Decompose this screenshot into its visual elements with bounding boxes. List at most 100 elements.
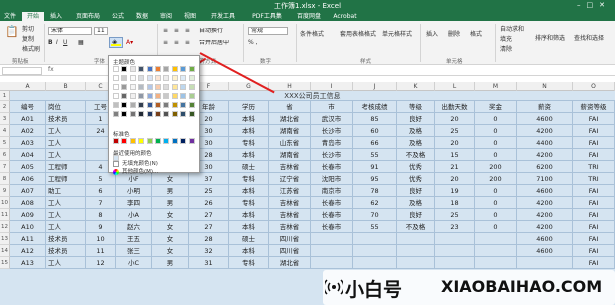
table-cell[interactable]: A03 xyxy=(10,137,46,149)
tab-baidu-disk[interactable]: 百度网盘 xyxy=(293,12,325,21)
tab-view[interactable]: 视图 xyxy=(181,12,199,21)
table-cell[interactable]: 助工 xyxy=(46,185,86,197)
name-box[interactable] xyxy=(2,67,42,75)
table-cell[interactable]: TRI xyxy=(573,161,615,173)
close-icon[interactable]: ✕ xyxy=(599,1,611,9)
table-cell[interactable] xyxy=(517,257,573,269)
table-cell[interactable]: 0 xyxy=(475,185,517,197)
row-header[interactable]: 9 xyxy=(0,185,10,197)
table-cell[interactable]: 男 xyxy=(152,185,189,197)
table-cell[interactable]: 7 xyxy=(86,197,116,209)
theme-shade-swatch[interactable] xyxy=(188,102,195,108)
theme-shade-swatch[interactable] xyxy=(138,84,145,90)
table-cell[interactable] xyxy=(353,257,397,269)
tab-home[interactable]: 开始 xyxy=(22,12,44,21)
tab-insert[interactable]: 插入 xyxy=(47,12,65,21)
table-cell[interactable]: 女 xyxy=(152,209,189,221)
theme-shade-swatch[interactable] xyxy=(163,75,170,81)
table-cell[interactable]: 4200 xyxy=(517,125,573,137)
table-cell[interactable]: 23 xyxy=(435,221,475,233)
table-cell[interactable]: 小A xyxy=(116,209,152,221)
standard-color-swatch[interactable] xyxy=(146,138,153,144)
theme-shade-swatch[interactable] xyxy=(163,102,170,108)
theme-color-swatch[interactable] xyxy=(138,66,145,72)
theme-shade-swatch[interactable] xyxy=(171,84,178,90)
table-cell[interactable]: 78 xyxy=(353,185,397,197)
standard-color-swatch[interactable] xyxy=(155,138,161,144)
theme-shade-swatch[interactable] xyxy=(188,75,195,81)
table-cell[interactable]: 20 xyxy=(435,137,475,149)
table-cell[interactable]: 吉林省 xyxy=(269,161,311,173)
theme-shade-swatch[interactable] xyxy=(121,111,128,117)
theme-shade-swatch[interactable] xyxy=(171,75,178,81)
tab-file[interactable]: 文件 xyxy=(2,12,18,21)
tab-developer[interactable]: 开发工具 xyxy=(207,12,239,21)
table-cell[interactable]: 良好 xyxy=(397,113,435,125)
table-cell[interactable]: 硕士 xyxy=(229,233,269,245)
theme-color-swatch[interactable] xyxy=(113,66,119,72)
table-cell[interactable] xyxy=(435,257,475,269)
theme-shade-swatch[interactable] xyxy=(163,111,170,117)
table-cell[interactable]: 11 xyxy=(86,245,116,257)
table-cell[interactable]: A08 xyxy=(10,197,46,209)
column-header[interactable]: L xyxy=(435,82,475,91)
table-cell[interactable]: 27 xyxy=(189,209,229,221)
table-cell[interactable]: A10 xyxy=(10,221,46,233)
table-cell[interactable]: 奖金 xyxy=(475,101,517,113)
find-select-button[interactable]: 查找和选择 xyxy=(574,33,604,42)
theme-shade-swatch[interactable] xyxy=(155,84,161,90)
table-cell[interactable]: 55 xyxy=(353,221,397,233)
column-header[interactable]: I xyxy=(311,82,353,91)
table-cell[interactable]: 出勤天数 xyxy=(435,101,475,113)
table-cell[interactable]: 8 xyxy=(86,209,116,221)
row-header[interactable]: 6 xyxy=(0,149,10,161)
row-header[interactable]: 15 xyxy=(0,257,10,269)
theme-shade-swatch[interactable] xyxy=(113,111,119,117)
table-cell[interactable]: 等级 xyxy=(397,101,435,113)
font-name-box[interactable]: 宋体 xyxy=(48,27,92,35)
align-icons[interactable]: ≡ ≡ ≡ xyxy=(163,27,192,34)
table-cell[interactable]: 辽宁省 xyxy=(269,173,311,185)
column-header[interactable]: B xyxy=(46,82,86,91)
column-header[interactable]: A xyxy=(10,82,46,91)
table-cell[interactable]: A07 xyxy=(10,185,46,197)
row-header[interactable]: 12 xyxy=(0,221,10,233)
table-cell[interactable]: 4200 xyxy=(517,149,573,161)
table-cell[interactable]: 0 xyxy=(475,113,517,125)
table-cell[interactable]: 山东省 xyxy=(269,137,311,149)
theme-shade-swatch[interactable] xyxy=(113,84,119,90)
table-cell[interactable]: FAI xyxy=(573,197,615,209)
table-cell[interactable]: 长沙市 xyxy=(311,125,353,137)
fill-color-button[interactable]: ◈ xyxy=(109,37,123,48)
table-cell[interactable] xyxy=(435,245,475,257)
table-cell[interactable]: 四川省 xyxy=(269,233,311,245)
maximize-icon[interactable]: □ xyxy=(587,1,600,9)
theme-color-swatch[interactable] xyxy=(121,66,128,72)
table-cell[interactable]: 本科 xyxy=(229,113,269,125)
table-cell[interactable]: 专科 xyxy=(229,173,269,185)
table-cell[interactable]: 长春市 xyxy=(311,221,353,233)
table-cell[interactable]: 湖北省 xyxy=(269,257,311,269)
theme-color-swatch[interactable] xyxy=(171,66,178,72)
column-header[interactable]: O xyxy=(573,82,615,91)
table-cell[interactable]: A04 xyxy=(10,149,46,161)
table-cell[interactable]: 7100 xyxy=(517,173,573,185)
theme-shade-swatch[interactable] xyxy=(146,75,153,81)
theme-shade-swatch[interactable] xyxy=(180,111,187,117)
row-header[interactable]: 8 xyxy=(0,173,10,185)
table-cell[interactable]: 0 xyxy=(475,125,517,137)
table-cell[interactable]: 及格 xyxy=(397,137,435,149)
theme-shade-swatch[interactable] xyxy=(146,102,153,108)
table-cell[interactable]: 湖南省 xyxy=(269,125,311,137)
table-cell[interactable]: 长春市 xyxy=(311,161,353,173)
theme-shade-swatch[interactable] xyxy=(138,75,145,81)
theme-shade-swatch[interactable] xyxy=(180,84,187,90)
theme-shade-swatch[interactable] xyxy=(155,102,161,108)
theme-shade-swatch[interactable] xyxy=(129,102,136,108)
table-cell[interactable] xyxy=(475,257,517,269)
standard-color-swatch[interactable] xyxy=(113,138,119,144)
table-cell[interactable]: 0 xyxy=(475,149,517,161)
table-cell[interactable]: 专科 xyxy=(229,257,269,269)
table-cell[interactable]: 技术员 xyxy=(46,113,86,125)
column-header[interactable]: M xyxy=(475,82,517,91)
